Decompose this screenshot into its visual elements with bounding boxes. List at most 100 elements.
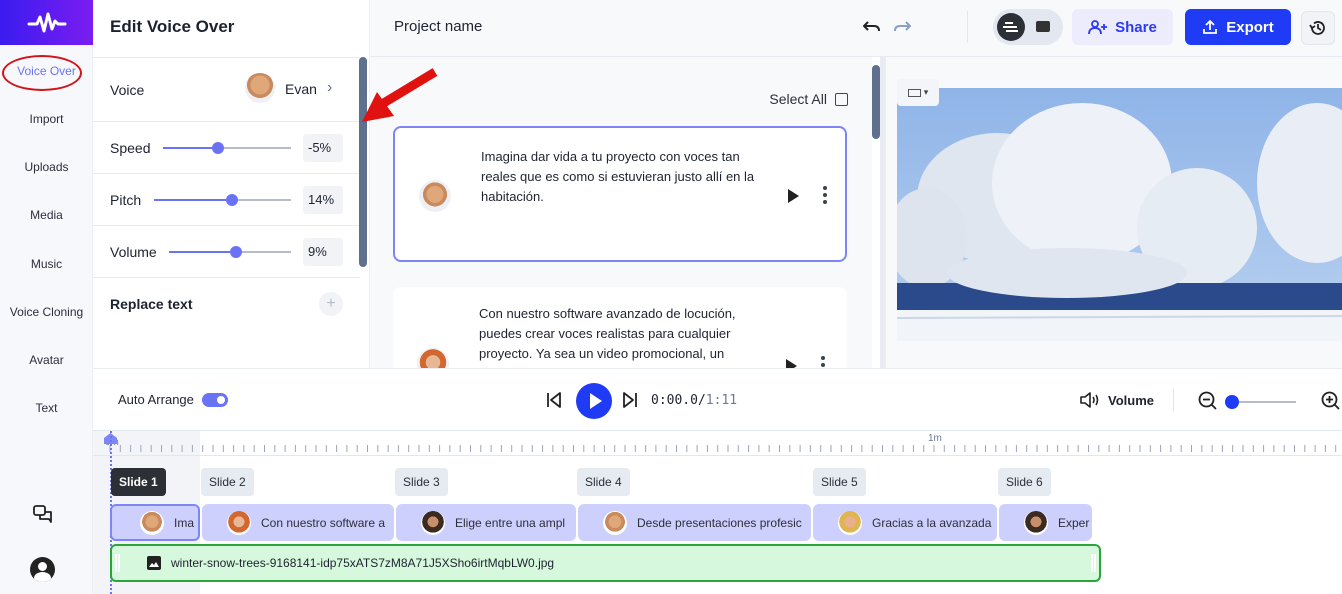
slide-tag[interactable]: Slide 4	[577, 468, 630, 496]
voice-clip[interactable]: Exper	[999, 504, 1092, 541]
time-separator: /	[697, 393, 706, 408]
auto-arrange: Auto Arrange	[118, 392, 228, 407]
voice-avatar	[838, 510, 862, 535]
share-button[interactable]: Share	[1072, 9, 1173, 45]
clip-text: Gracias a la avanzada	[872, 515, 992, 530]
add-replace-text-button[interactable]: +	[319, 292, 343, 316]
slide-tag[interactable]: Slide 6	[998, 468, 1051, 496]
export-label: Export	[1226, 18, 1274, 36]
script-scrollbar[interactable]	[872, 65, 880, 139]
nav-item-import[interactable]: Import	[0, 112, 93, 126]
image-track-clip[interactable]: winter-snow-trees-9168141-idp75xATS7zM8A…	[110, 544, 1101, 582]
select-all[interactable]: Select All	[769, 91, 848, 107]
voice-clip[interactable]: Desde presentaciones profesic	[578, 504, 811, 541]
time-display: 0:00.0/1:11	[651, 393, 737, 408]
slide-tag[interactable]: Slide 1	[111, 468, 166, 496]
chevron-right-icon: ›	[327, 79, 333, 96]
timeline: 0m 1m Slide 1 Slide 2 Slide 3 Slide 4 Sl…	[93, 431, 1342, 594]
voice-avatar	[140, 510, 164, 535]
preview-image[interactable]	[897, 88, 1342, 341]
nav-item-voice-over[interactable]: Voice Over	[0, 64, 93, 78]
timeline-zoom-slider[interactable]	[1225, 395, 1296, 409]
volume-button[interactable]: Volume	[1108, 393, 1154, 408]
speed-value-field[interactable]: -5%	[303, 134, 343, 162]
duration: 1:11	[705, 393, 738, 408]
play-icon[interactable]	[788, 189, 799, 203]
redo-icon[interactable]	[892, 17, 912, 37]
more-options-icon[interactable]	[823, 186, 827, 204]
voice-avatar	[227, 510, 251, 535]
voice-avatar	[1024, 510, 1048, 535]
speed-slider[interactable]	[163, 142, 291, 154]
speaker-icon[interactable]	[1079, 391, 1101, 414]
history-button[interactable]	[1301, 11, 1335, 45]
export-button[interactable]: Export	[1185, 9, 1291, 45]
voice-row[interactable]: Voice Evan ›	[93, 57, 360, 121]
zoom-out-icon[interactable]	[1198, 391, 1218, 416]
script-text[interactable]: Imagina dar vida a tu proyecto con voces…	[481, 147, 771, 207]
voice-avatar	[417, 348, 449, 368]
panel-title: Edit Voice Over	[110, 17, 235, 36]
voice-clip[interactable]: Elige entre una ampl	[396, 504, 576, 541]
player-bar: Auto Arrange 0:00.0/1:11 Volume	[93, 368, 1342, 431]
more-options-icon[interactable]	[821, 356, 825, 368]
nav-item-avatar[interactable]: Avatar	[0, 353, 93, 367]
upload-icon	[1203, 19, 1218, 34]
slide-tag[interactable]: Slide 2	[201, 468, 254, 496]
timeline-view-icon[interactable]	[997, 13, 1025, 41]
zoom-in-icon[interactable]	[1321, 391, 1341, 416]
slide-view-icon[interactable]	[1036, 21, 1050, 32]
voice-avatar	[421, 510, 445, 535]
volume-slider[interactable]	[169, 246, 291, 258]
view-toggle[interactable]	[993, 9, 1063, 45]
voice-clip[interactable]: Gracias a la avanzada	[813, 504, 997, 541]
project-name[interactable]: Project name	[394, 18, 482, 35]
app-logo[interactable]	[0, 0, 93, 45]
skip-forward-icon[interactable]	[622, 391, 638, 414]
trim-handle-right[interactable]	[1091, 554, 1096, 572]
pitch-slider[interactable]	[154, 194, 291, 206]
clip-text: Desde presentaciones profesic	[637, 515, 802, 530]
timeline-ruler[interactable]: 0m 1m	[93, 431, 1342, 456]
pitch-value-field[interactable]: 14%	[303, 186, 343, 214]
speed-row: Speed -5%	[93, 121, 360, 173]
select-all-checkbox[interactable]	[835, 92, 848, 106]
speed-label: Speed	[110, 140, 151, 156]
volume-value-field[interactable]: 9%	[303, 238, 343, 266]
aspect-ratio-dropdown[interactable]: ▾	[897, 79, 939, 106]
play-icon[interactable]	[786, 359, 797, 368]
slide-tag[interactable]: Slide 5	[813, 468, 866, 496]
nav-item-uploads[interactable]: Uploads	[0, 160, 93, 174]
nav-item-voice-cloning[interactable]: Voice Cloning	[0, 305, 93, 319]
script-text[interactable]: Con nuestro software avanzado de locució…	[479, 304, 769, 364]
nav-item-media[interactable]: Media	[0, 208, 93, 222]
nav-item-text[interactable]: Text	[0, 401, 93, 415]
clip-text: Ima	[174, 515, 195, 530]
slide-tag[interactable]: Slide 3	[395, 468, 448, 496]
script-card[interactable]: Con nuestro software avanzado de locució…	[393, 287, 847, 368]
script-card[interactable]: Imagina dar vida a tu proyecto con voces…	[393, 126, 847, 262]
voice-name: Evan	[285, 81, 317, 97]
panel-scrollbar[interactable]	[359, 57, 367, 267]
auto-arrange-toggle[interactable]	[201, 392, 228, 407]
clip-text: Elige entre una ampl	[455, 515, 566, 530]
divider	[1173, 389, 1174, 411]
waveform-logo-icon	[27, 12, 66, 32]
volume-row: Volume 9%	[93, 225, 360, 277]
user-account-icon[interactable]	[30, 557, 55, 582]
voice-avatar	[419, 180, 451, 212]
skip-back-icon[interactable]	[546, 391, 562, 414]
nav-item-music[interactable]: Music	[0, 257, 93, 271]
undo-icon[interactable]	[862, 17, 882, 37]
voice-clip[interactable]: Con nuestro software a	[202, 504, 394, 541]
clip-text: Con nuestro software a	[261, 515, 386, 530]
voice-label: Voice	[110, 82, 145, 98]
voice-avatar	[245, 73, 275, 103]
voice-clip[interactable]: Ima	[110, 504, 200, 541]
ruler-label-1m: 1m	[928, 433, 942, 444]
trim-handle-left[interactable]	[115, 554, 120, 572]
chat-icon[interactable]	[33, 504, 53, 529]
play-button[interactable]	[576, 383, 612, 419]
image-file-name: winter-snow-trees-9168141-idp75xATS7zM8A…	[171, 556, 555, 570]
aspect-ratio-icon	[907, 88, 921, 97]
